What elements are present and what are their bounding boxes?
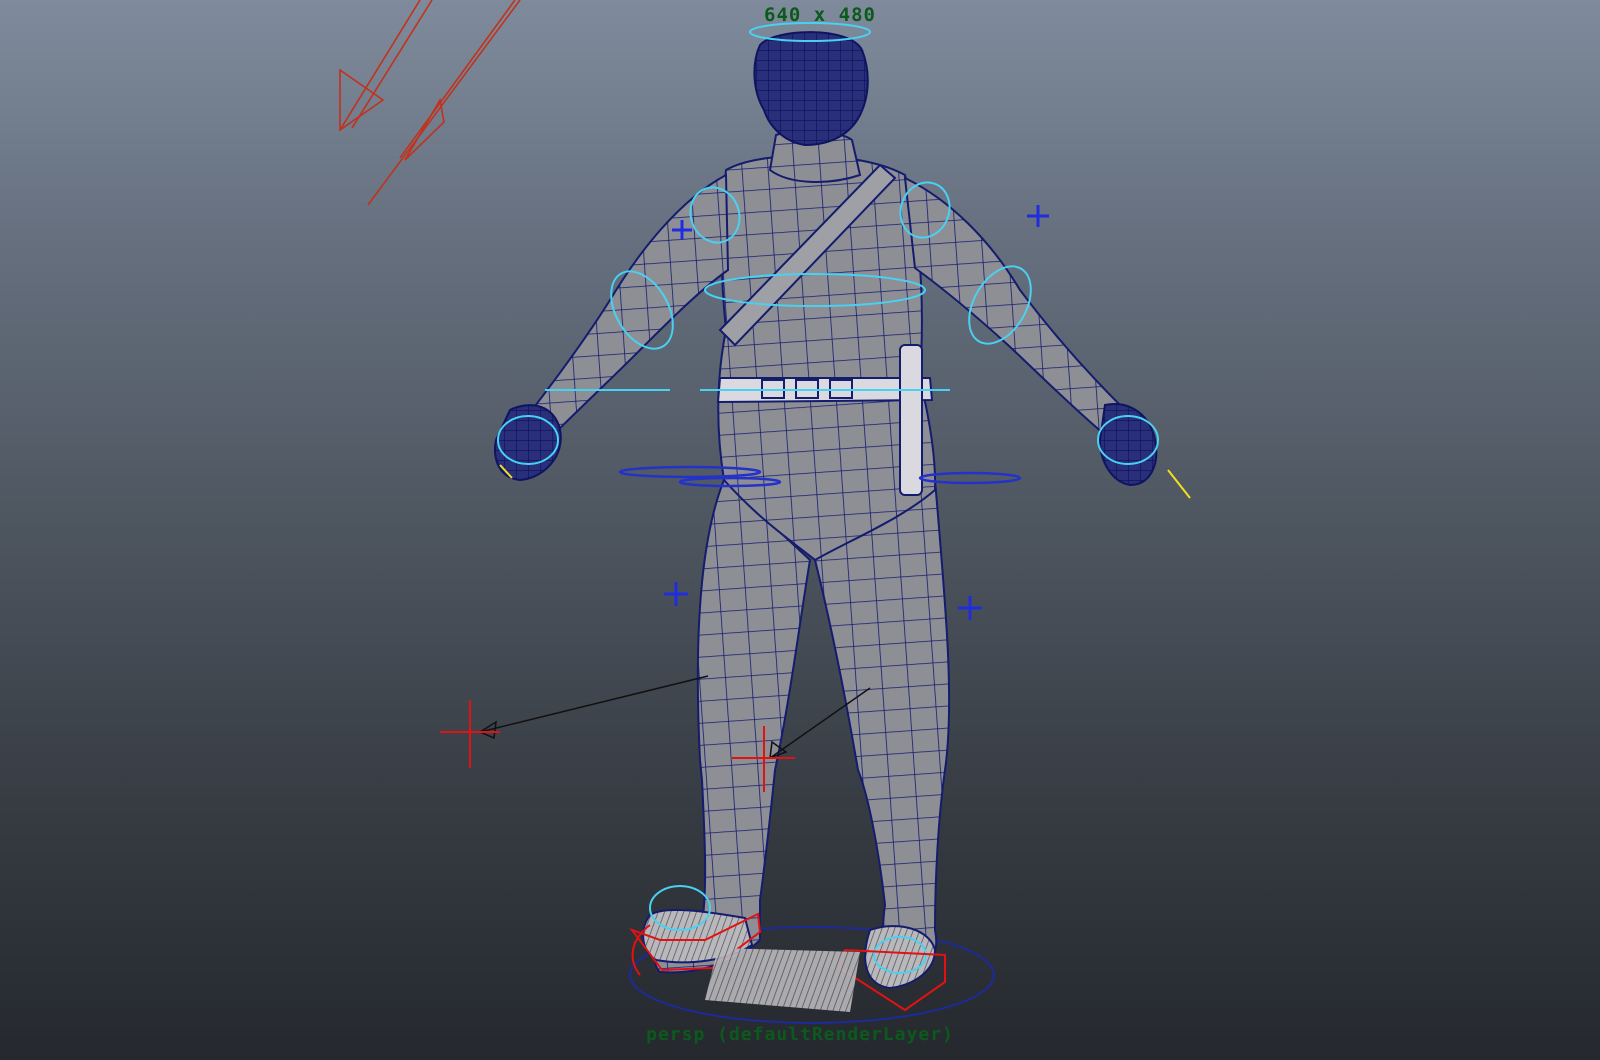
scene-canvas[interactable]: [0, 0, 1600, 1060]
directional-light-gizmo[interactable]: [339, 0, 521, 206]
pole-vector-lines: [478, 675, 871, 760]
camera-name-label: persp (defaultRenderLayer): [646, 1024, 954, 1045]
foot-plate: [705, 948, 860, 1012]
perspective-viewport[interactable]: 640 x 480 persp (defaultRenderLayer): [0, 0, 1600, 1060]
resolution-gate-label: 640 x 480: [764, 4, 876, 26]
character-mesh[interactable]: [494, 31, 1158, 990]
